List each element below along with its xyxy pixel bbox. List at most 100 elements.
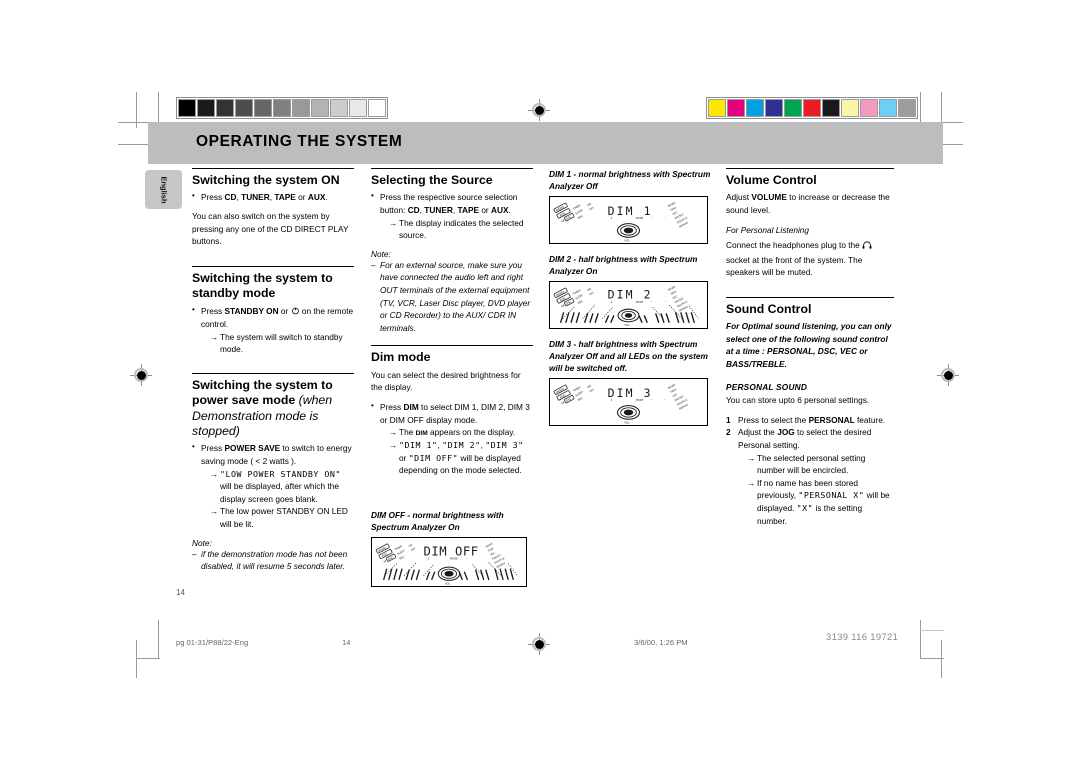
content-column-2: Selecting the Source Press the respectiv… (371, 168, 533, 588)
lcd-text-dim2: "DIM 2" (442, 440, 481, 451)
note-list: if the demonstration mode has not been d… (192, 548, 354, 573)
svg-text:REC: REC (577, 299, 584, 305)
calibration-swatch (349, 99, 367, 117)
lcd-graphic: DEMO RDS AF DSC TIMER SLEEP REC ON OFF D (553, 285, 699, 327)
step-number: 2 (726, 427, 731, 438)
svg-text:ON: ON (408, 543, 413, 548)
calibration-swatch (178, 99, 196, 117)
svg-text:..: .. (664, 216, 666, 219)
sublist-arrow: The selected personal setting number wil… (738, 452, 894, 528)
footer-filename: pg 01-31/P88/22-Eng (176, 638, 249, 647)
text-fragment: feature. (854, 414, 886, 425)
svg-text:DSC: DSC (387, 555, 394, 561)
calibration-swatch (254, 99, 272, 117)
calibration-swatch (708, 99, 726, 117)
heading-selecting-source: Selecting the Source (371, 168, 533, 188)
heading-sound-control: Sound Control (726, 297, 894, 317)
calibration-swatch (765, 99, 783, 117)
text-fragment: Adjust the (738, 427, 778, 438)
text-fragment: Press (201, 305, 225, 316)
text-fragment: or (399, 452, 409, 463)
svg-text:VOL: VOL (624, 323, 630, 327)
calibration-swatch (784, 99, 802, 117)
svg-text:..: .. (664, 300, 666, 303)
svg-text:--: -- (650, 300, 652, 303)
list-item: The display indicates the selected sourc… (389, 217, 533, 242)
text-fragment: Press (201, 443, 225, 454)
heading-standby-mode: Switching the system to standby mode (192, 265, 354, 302)
svg-text:RDS: RDS (559, 393, 566, 399)
calibration-swatch (841, 99, 859, 117)
crop-mark-left-vertical-2 (158, 92, 159, 122)
list-item: 1 Press to select the PERSONAL feature. (726, 414, 894, 427)
lcd-display-dim-3: DEMO RDS AF DSC TIMER SLEEP REC ON OFF D (549, 378, 708, 427)
calibration-swatch (898, 99, 916, 117)
calibration-swatch (879, 99, 897, 117)
paragraph-cd-direct-play: You can also switch on the system by pre… (192, 210, 349, 247)
registration-mark-right-middle (937, 364, 959, 386)
footer-page-number: 14 (342, 638, 351, 647)
svg-text:..: .. (466, 557, 468, 560)
text-fragment: Adjust (726, 192, 752, 203)
list-item: Press STANDBY ON or on the remote contro… (192, 304, 354, 356)
sublist-arrow: "LOW POWER STANDBY ON" will be displayed… (201, 468, 354, 531)
svg-text:DIM 2: DIM 2 (608, 288, 653, 302)
crop-mark-bottom-right-horizontal (920, 658, 944, 659)
svg-text:ON: ON (586, 287, 591, 292)
svg-text:DIM 3: DIM 3 (608, 386, 653, 400)
text-fragment: will be displayed, after which the displ… (220, 481, 339, 504)
note-label: Note: (371, 248, 391, 259)
crop-mark-bottom-left-horizontal (136, 658, 160, 659)
content-column-1: Switching the system ON Press CD, TUNER,… (192, 168, 354, 573)
key-aux: AUX (307, 192, 326, 203)
key-jog: JOG (777, 427, 795, 438)
caption-dim-2: DIM 2 - half brightness with Spectrum An… (549, 254, 698, 277)
svg-text:MODE: MODE (450, 557, 458, 561)
svg-text:REC: REC (577, 396, 584, 402)
list-dim: Press DIM to select DIM 1, DIM 2, DIM 3 … (371, 400, 533, 477)
crop-mark-bottom-right-vertical-2 (941, 640, 942, 678)
caption-dim-3: DIM 3 - half brightness with Spectrum An… (549, 339, 708, 374)
paragraph-volume: Adjust VOLUME to increase or decrease th… (726, 191, 894, 216)
calibration-swatch (273, 99, 291, 117)
subheading-personal-listening: For Personal Listening (726, 224, 810, 235)
list-selecting-source: Press the respective source selection bu… (371, 190, 533, 242)
list-standby: Press STANDBY ON or on the remote contro… (192, 304, 354, 356)
svg-text:ON: ON (586, 202, 591, 207)
svg-text:RDS: RDS (559, 211, 566, 217)
svg-text:VOL: VOL (624, 421, 630, 425)
calibration-swatch (311, 99, 329, 117)
text-fragment: Press (201, 192, 225, 203)
svg-text:MODE: MODE (636, 399, 644, 402)
text-fragment: or (479, 204, 492, 215)
headphones-icon (862, 240, 872, 254)
svg-text:REC: REC (577, 214, 584, 220)
calibration-swatch (235, 99, 253, 117)
list-item: Press POWER SAVE to switch to energy sav… (192, 441, 354, 531)
calibration-swatch (822, 99, 840, 117)
sublist-arrow: The DIM appears on the display. "DIM 1",… (380, 426, 533, 477)
svg-text:REC: REC (399, 555, 406, 561)
list-item: "LOW POWER STANDBY ON" will be displayed… (210, 468, 354, 506)
list-item: The DIM appears on the display. (389, 426, 533, 439)
footer-document-code: 3139 116 19721 (826, 632, 899, 643)
sublist-arrow: The display indicates the selected sourc… (380, 217, 533, 242)
crop-mark-bottom-right-vertical (920, 620, 921, 658)
text-fragment: Press to select the (738, 414, 809, 425)
crop-mark-left-horizontal-2 (118, 144, 148, 145)
key-aux: AUX (491, 204, 509, 215)
key-tuner: TUNER (241, 192, 270, 203)
power-icon (291, 306, 300, 319)
registration-mark-left-middle (130, 364, 152, 386)
calibration-swatch (216, 99, 234, 117)
content-column-3: DIM 1 - normal brightness with Spectrum … (549, 168, 714, 427)
calibration-swatch (292, 99, 310, 117)
list-item: Press the respective source selection bu… (371, 190, 533, 242)
key-power-save: POWER SAVE (224, 443, 281, 454)
section-header-band: OPERATING THE SYSTEM (148, 122, 943, 164)
text-fragment: or (295, 192, 308, 203)
crop-mark-bottom-left-vertical (158, 620, 159, 658)
calibration-swatch (803, 99, 821, 117)
